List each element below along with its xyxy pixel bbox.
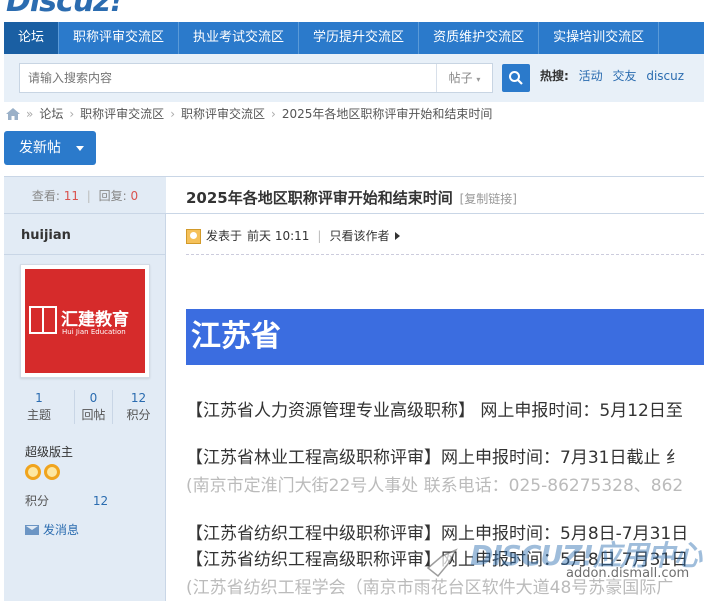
author-points: 积分 12 [25,492,108,509]
points-value: 12 [92,494,109,508]
stats-divider: | [86,189,91,203]
new-post-button[interactable]: 发新帖 [4,131,96,165]
breadcrumb-thread[interactable]: 2025年各地区职称评审开始和结束时间 [282,104,493,124]
stat-points[interactable]: 12 积分 [112,390,164,424]
watermark-domain: addon.dismall.com [566,566,690,581]
nav-item-forum[interactable]: 论坛 [4,22,60,54]
posted-time: 前天 10:11 [247,229,310,243]
hot-searches: 热搜: 活动 交友 discuz [540,54,684,102]
stat-replies-label: 回帖 [81,408,106,422]
bird-logo-icon [426,548,458,578]
points-label: 积分 [25,494,50,508]
stat-replies-value: 0 [89,391,98,405]
thread-title: 2025年各地区职称评审开始和结束时间 [复制链接] [186,177,517,213]
caret-down-icon [76,146,84,151]
sidebar-divider [4,254,165,255]
replies-label: 回复: [98,189,127,203]
main-nav: 论坛 职称评审交流区 执业考试交流区 学历提升交流区 资质维护交流区 实操培训交… [4,22,704,54]
post-line: 【江苏省林业工程高级职称评审】网上申报时间：7月31日截止 纟 [186,448,683,468]
search-input[interactable] [20,64,436,92]
send-message-link[interactable]: 发消息 [25,521,79,538]
stat-replies[interactable]: 0 回帖 [74,390,112,424]
stat-topics-value: 1 [35,391,43,405]
breadcrumb: » 论坛 › 职称评审交流区 › 职称评审交流区 › 2025年各地区职称评审开… [6,104,492,124]
home-icon[interactable] [6,108,20,120]
breadcrumb-separator: » [26,107,34,121]
thread-header: 查看: 11 | 回复: 0 2025年各地区职称评审开始和结束时间 [复制链接… [4,176,704,214]
avatar-brand-en: Hui Jian Education [62,328,126,336]
stat-topics[interactable]: 1 主题 [4,390,74,424]
replies-count: 0 [130,189,139,203]
hot-item-activity[interactable]: 活动 [579,69,603,83]
star-icon [25,464,41,480]
nav-item-qualification[interactable]: 资质维护交流区 [419,22,540,54]
breadcrumb-separator: › [69,107,75,121]
post-meta: 发表于 前天 10:11 | 只看该作者 [186,226,401,246]
author-stats: 1 主题 0 回帖 12 积分 [4,390,166,424]
author-online-icon [186,228,201,244]
search-button[interactable] [502,64,530,92]
search-type-select[interactable]: 帖子 ▾ [436,64,492,92]
avatar-brand-cn: 汇建教育 [61,310,129,330]
views-label: 查看: [31,189,60,203]
arrow-right-icon [395,232,401,240]
brand-logo-icon [29,306,57,334]
views-count: 11 [63,189,79,203]
breadcrumb-forum[interactable]: 论坛 [39,104,63,124]
nav-item-education[interactable]: 学历提升交流区 [299,22,420,54]
author-only-link[interactable]: 只看该作者 [329,226,389,246]
breadcrumb-category[interactable]: 职称评审交流区 [80,104,164,124]
send-message-label: 发消息 [43,523,80,537]
nav-item-training[interactable]: 实操培训交流区 [539,22,660,54]
site-logo[interactable]: Discuz! [6,0,123,19]
province-heading: 江苏省 [186,309,704,365]
author-sidebar: huijian 汇建教育 Hui Jian Education 1 主题 0 回… [4,214,166,601]
nav-item-exam[interactable]: 执业考试交流区 [179,22,300,54]
hot-label: 热搜: [540,69,569,83]
hot-item-discuz[interactable]: discuz [646,69,684,83]
chevron-down-icon: ▾ [476,75,481,84]
search-box: 帖子 ▾ [19,63,493,93]
stat-topics-label: 主题 [26,408,51,422]
author-rank[interactable]: 超级版主 [25,443,73,460]
new-post-label: 发新帖 [19,140,61,156]
thread-stats: 查看: 11 | 回复: 0 [4,177,166,213]
breadcrumb-separator: › [170,107,175,121]
envelope-icon [25,524,39,535]
copy-link[interactable]: [复制链接] [460,192,517,206]
logo-strip: Discuz! [0,0,704,22]
search-type-label: 帖子 [448,71,473,85]
meta-divider: | [317,229,322,243]
posted-label: 发表于 [206,229,243,243]
thread-title-text: 2025年各地区职称评审开始和结束时间 [186,189,453,207]
avatar-image: 汇建教育 Hui Jian Education [25,269,145,373]
breadcrumb-board[interactable]: 职称评审交流区 [181,104,265,124]
rank-stars [25,464,63,480]
post-line: 【江苏省人力资源管理专业高级职称】 网上申报时间：5月12日至 [186,401,683,421]
hot-item-friends[interactable]: 交友 [612,69,636,83]
stat-points-label: 积分 [126,408,151,422]
post-divider [186,254,704,255]
search-icon [509,71,523,85]
star-icon [44,464,60,480]
post-line: (南京市定淮门大街22号人事处 联系电话：025-86275328、862 [186,476,684,496]
avatar[interactable]: 汇建教育 Hui Jian Education [20,264,150,378]
nav-item-title-review[interactable]: 职称评审交流区 [59,22,180,54]
breadcrumb-separator: › [271,107,276,121]
stat-points-value: 12 [130,391,147,405]
watermark: DISCUZ!应用中心 addon.dismall.com [420,534,704,590]
author-name[interactable]: huijian [21,228,71,243]
search-row: 帖子 ▾ 热搜: 活动 交友 discuz [4,54,704,102]
